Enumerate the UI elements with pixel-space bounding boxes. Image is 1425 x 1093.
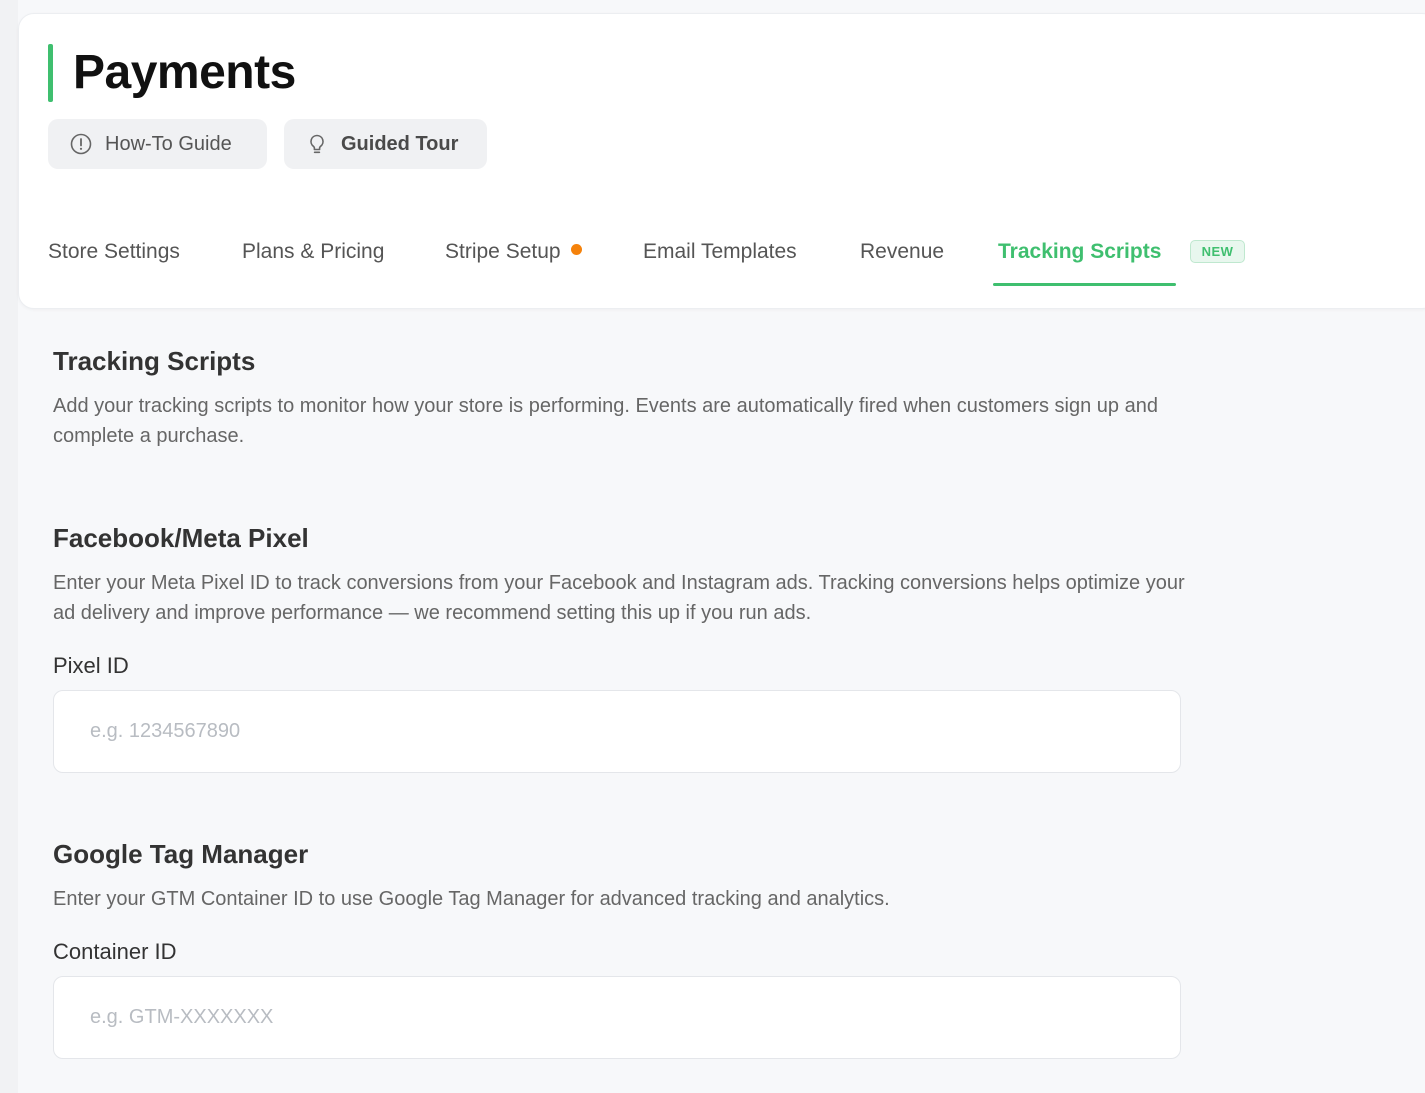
tab-plans-pricing[interactable]: Plans & Pricing [242,232,384,272]
container-id-label: Container ID [53,939,177,964]
pixel-id-input[interactable] [53,690,1181,773]
how-to-guide-label: How-To Guide [105,132,232,155]
tab-tracking-scripts[interactable]: Tracking Scripts [998,232,1161,272]
pending-dot-icon [570,243,582,255]
active-tab-indicator [993,283,1176,286]
tab-stripe-setup[interactable]: Stripe Setup [445,232,582,272]
container-id-input[interactable] [53,976,1181,1059]
tab-email-templates[interactable]: Email Templates [643,232,797,272]
facebook-pixel-description: Enter your Meta Pixel ID to track conver… [53,572,1185,624]
side-strip [0,0,18,1093]
tab-stripe-setup-label: Stripe Setup [445,240,561,263]
guided-tour-button[interactable]: Guided Tour [284,119,487,169]
gtm-title: Google Tag Manager [53,839,309,869]
section-description: Add your tracking scripts to monitor how… [53,395,1158,447]
new-badge: NEW [1190,240,1245,263]
tab-store-settings[interactable]: Store Settings [48,232,180,272]
guided-tour-label: Guided Tour [341,132,459,155]
page-header: Payments How-To Guide Guided Tour Store … [18,13,1425,309]
gtm-description: Enter your GTM Container ID to use Googl… [53,888,890,910]
facebook-pixel-title: Facebook/Meta Pixel [53,523,309,553]
lightbulb-icon [306,133,328,155]
section-title: Tracking Scripts [53,346,256,376]
info-circle-icon [70,133,92,155]
tab-revenue[interactable]: Revenue [860,232,944,272]
title-accent-bar [48,44,53,102]
page-title: Payments [73,46,296,99]
pixel-id-label: Pixel ID [53,653,129,678]
how-to-guide-button[interactable]: How-To Guide [48,119,267,169]
